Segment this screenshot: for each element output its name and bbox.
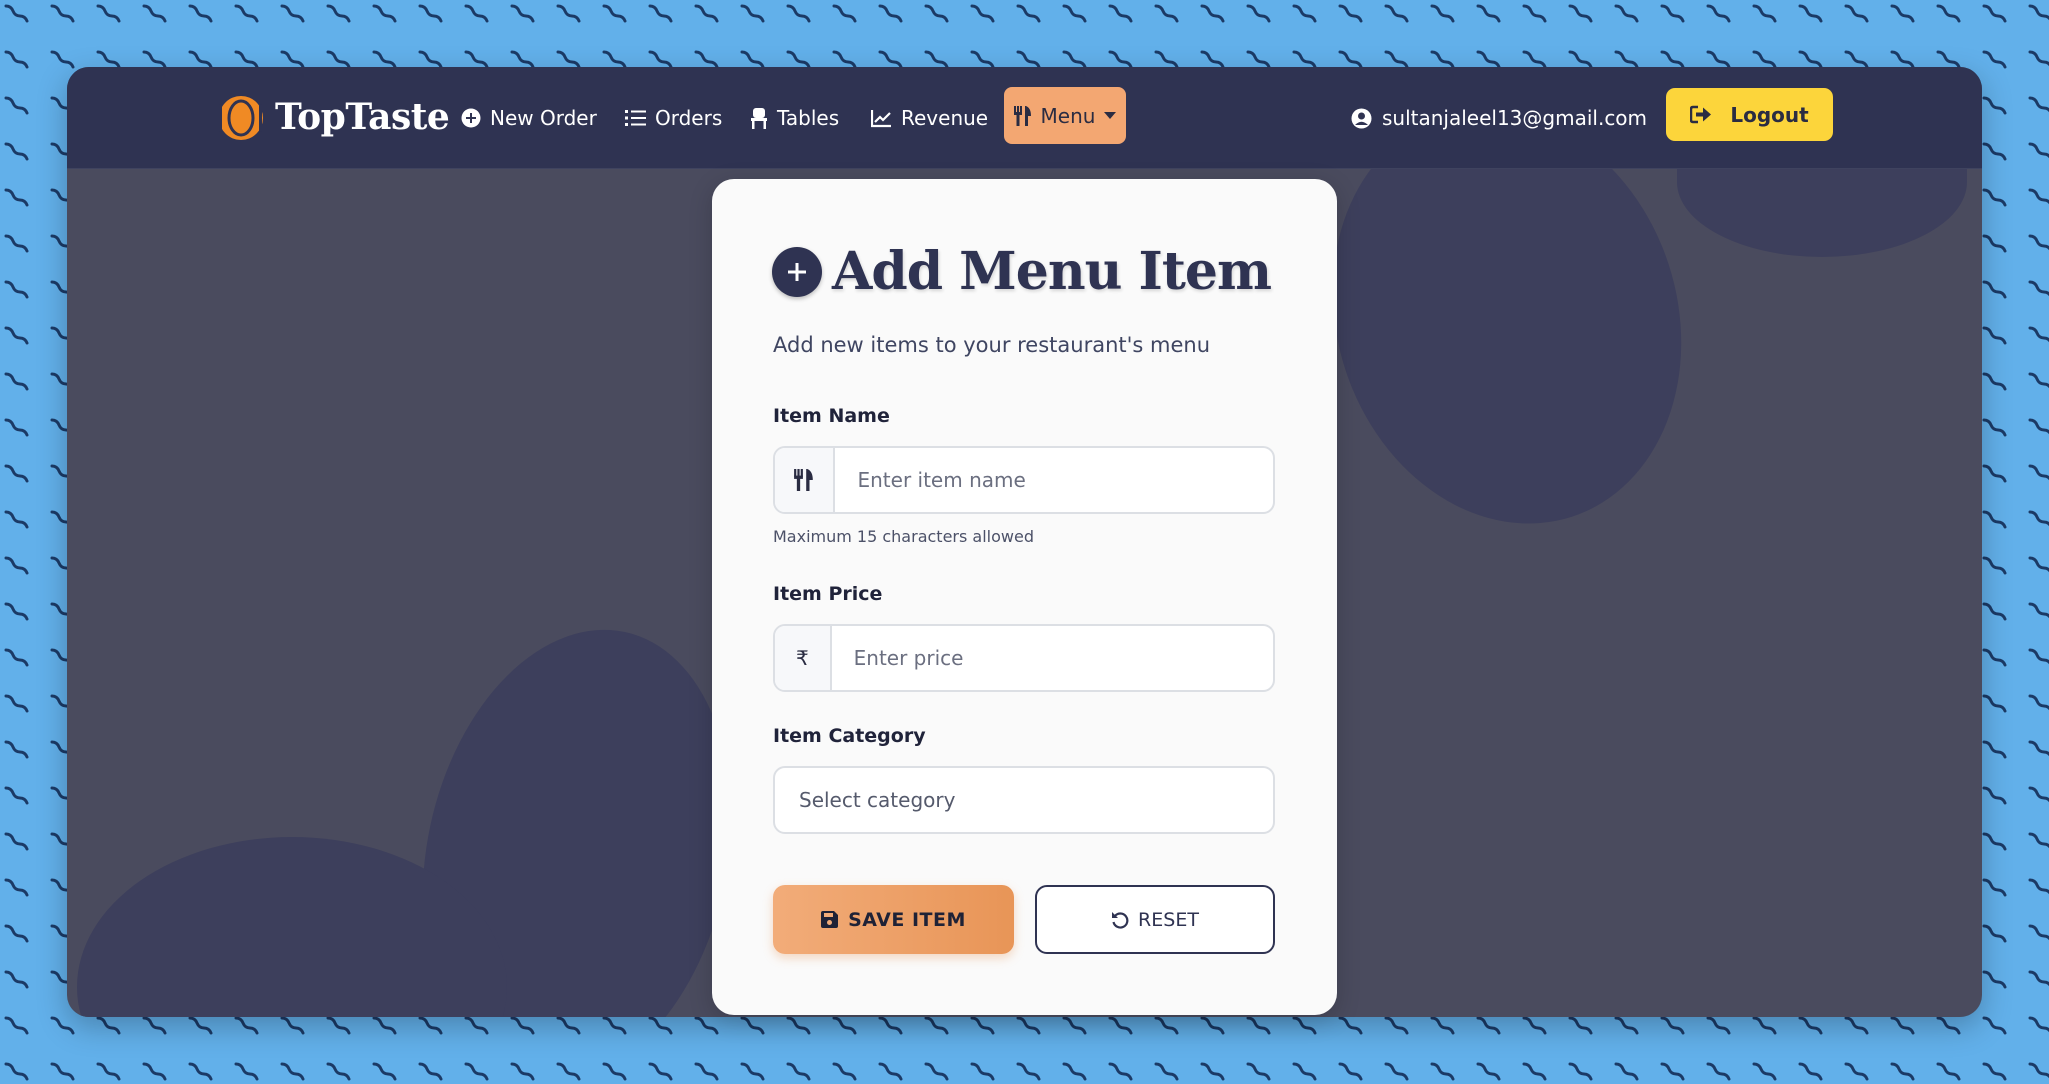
nav-item-tables[interactable]: Tables xyxy=(750,100,839,136)
logout-label: Logout xyxy=(1730,102,1809,127)
currency-symbol: ₹ xyxy=(795,646,809,670)
plus-circle-icon xyxy=(461,108,481,128)
add-menu-item-card: Add Menu Item Add new items to your rest… xyxy=(712,179,1337,1015)
nav-item-revenue[interactable]: Revenue xyxy=(871,100,988,136)
card-header: Add Menu Item xyxy=(772,241,1272,302)
page-title: Add Menu Item xyxy=(832,241,1272,302)
caret-down-icon xyxy=(1104,112,1117,119)
utensils-icon xyxy=(775,448,836,512)
item-category-selected: Select category xyxy=(799,788,956,812)
nav-item-orders[interactable]: Orders xyxy=(625,100,722,136)
logout-button[interactable]: Logout xyxy=(1666,88,1833,141)
item-price-input[interactable] xyxy=(831,626,1273,690)
item-name-label: Item Name xyxy=(773,405,890,427)
plus-icon xyxy=(772,246,822,297)
list-icon xyxy=(625,110,646,126)
nav-label-orders: Orders xyxy=(655,106,723,130)
page-subtitle: Add new items to your restaurant's menu xyxy=(773,333,1211,357)
nav-label-tables: Tables xyxy=(777,106,840,130)
rupee-icon: ₹ xyxy=(775,626,832,690)
chart-line-icon xyxy=(871,109,891,127)
floppy-disk-icon xyxy=(821,911,839,928)
reset-button[interactable]: RESET xyxy=(1035,885,1275,954)
sign-out-icon xyxy=(1690,105,1712,124)
nav-label-revenue: Revenue xyxy=(901,106,989,130)
reset-label: RESET xyxy=(1138,908,1199,931)
save-item-button[interactable]: SAVE ITEM xyxy=(773,885,1014,954)
utensils-icon xyxy=(1013,105,1031,126)
nav-menu-dropdown[interactable]: Menu xyxy=(1004,87,1126,144)
item-name-input[interactable] xyxy=(835,448,1273,512)
item-category-select[interactable]: Select category xyxy=(773,766,1275,834)
item-name-group xyxy=(773,446,1275,514)
user-email: sultanjaleel13@gmail.com xyxy=(1382,106,1648,130)
user-info: sultanjaleel13@gmail.com xyxy=(1351,100,1647,136)
save-item-label: SAVE ITEM xyxy=(848,908,966,931)
undo-icon xyxy=(1112,911,1129,929)
item-price-label: Item Price xyxy=(773,583,883,605)
plate-logo-icon xyxy=(219,96,263,140)
nav-label-new-order: New Order xyxy=(490,106,597,130)
nav-menu-label: Menu xyxy=(1040,103,1096,128)
top-navbar: TopTaste New Order Orders Tables Revenue… xyxy=(67,67,1982,169)
nav-item-new-order[interactable]: New Order xyxy=(461,100,597,136)
user-circle-icon xyxy=(1351,108,1372,128)
brand-name: TopTaste xyxy=(275,96,450,138)
chair-icon xyxy=(751,107,767,129)
item-name-hint: Maximum 15 characters allowed xyxy=(773,527,1034,546)
brand[interactable]: TopTaste xyxy=(215,89,450,145)
item-category-label: Item Category xyxy=(773,725,926,747)
item-price-group: ₹ xyxy=(773,624,1275,692)
